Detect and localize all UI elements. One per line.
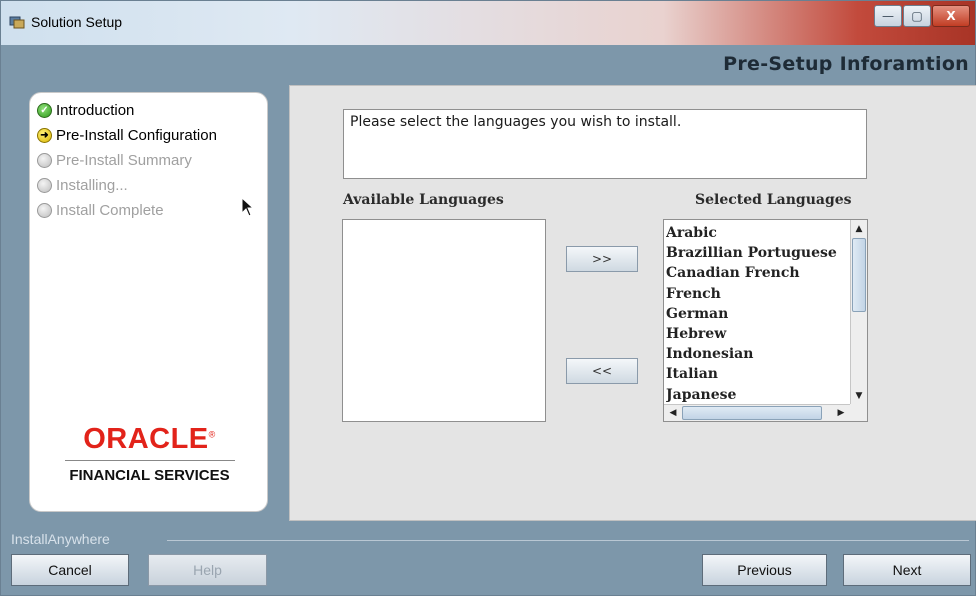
- horizontal-scrollbar[interactable]: ◀ ▶: [664, 404, 850, 421]
- step-label: Installing...: [56, 177, 128, 194]
- close-button[interactable]: X: [932, 5, 970, 27]
- vertical-scrollbar[interactable]: ▲ ▼: [850, 220, 867, 405]
- next-button[interactable]: Next: [843, 554, 971, 586]
- close-icon: X: [946, 9, 956, 23]
- scroll-left-arrow-icon[interactable]: ◀: [666, 406, 680, 420]
- list-item[interactable]: Hebrew: [666, 324, 846, 344]
- step-installing: Installing...: [37, 173, 217, 198]
- previous-button[interactable]: Previous: [702, 554, 827, 586]
- step-label: Install Complete: [56, 202, 164, 219]
- minimize-button[interactable]: —: [874, 5, 902, 27]
- pending-circle-icon: [37, 178, 52, 193]
- list-item[interactable]: Arabic: [666, 223, 846, 243]
- list-item[interactable]: Indonesian: [666, 344, 846, 364]
- page-title: Pre-Setup Inforamtion: [723, 53, 969, 75]
- maximize-button[interactable]: ▢: [903, 5, 931, 27]
- vertical-scroll-thumb[interactable]: [852, 238, 866, 312]
- arrow-right-icon: ➜: [37, 128, 52, 143]
- list-item[interactable]: Canadian French: [666, 263, 846, 283]
- scrollbar-corner: [850, 404, 867, 421]
- footer-divider: [167, 540, 969, 541]
- mouse-pointer-icon: [241, 197, 255, 217]
- logo-divider: [64, 460, 235, 461]
- installanywhere-label: InstallAnywhere: [11, 531, 110, 547]
- oracle-logo: ORACLE® FINANCIAL SERVICES: [30, 423, 269, 484]
- list-item[interactable]: French: [666, 284, 846, 304]
- oracle-wordmark: ORACLE®: [83, 423, 216, 455]
- step-list: ✓ Introduction ➜ Pre-Install Configurati…: [37, 98, 217, 223]
- minimize-icon: —: [882, 9, 894, 23]
- list-item[interactable]: Japanese: [666, 385, 846, 405]
- add-language-button[interactable]: >>: [566, 246, 638, 272]
- scroll-up-arrow-icon[interactable]: ▲: [852, 222, 866, 236]
- help-button[interactable]: Help: [148, 554, 267, 586]
- step-install-complete: Install Complete: [37, 198, 217, 223]
- list-item[interactable]: German: [666, 304, 846, 324]
- pending-circle-icon: [37, 153, 52, 168]
- list-item[interactable]: Italian: [666, 364, 846, 384]
- window-title: Solution Setup: [31, 14, 123, 30]
- remove-language-button[interactable]: <<: [566, 358, 638, 384]
- available-languages-list[interactable]: [342, 219, 546, 422]
- main-content: Please select the languages you wish to …: [289, 85, 976, 521]
- step-pre-install-configuration: ➜ Pre-Install Configuration: [37, 123, 217, 148]
- instruction-text-area: Please select the languages you wish to …: [343, 109, 867, 179]
- step-label: Pre-Install Configuration: [56, 127, 217, 144]
- step-label: Introduction: [56, 102, 135, 119]
- pending-circle-icon: [37, 203, 52, 218]
- scroll-right-arrow-icon[interactable]: ▶: [834, 406, 848, 420]
- horizontal-scroll-thumb[interactable]: [682, 406, 822, 420]
- checkmark-icon: ✓: [37, 103, 52, 118]
- maximize-icon: ▢: [911, 9, 923, 23]
- available-languages-label: Available Languages: [343, 192, 504, 208]
- installer-icon: [9, 16, 25, 29]
- step-introduction: ✓ Introduction: [37, 98, 217, 123]
- selected-languages-label: Selected Languages: [695, 192, 852, 208]
- scroll-down-arrow-icon[interactable]: ▼: [852, 389, 866, 403]
- logo-subtitle: FINANCIAL SERVICES: [69, 467, 230, 484]
- list-item[interactable]: Brazillian Portuguese: [666, 243, 846, 263]
- step-header: Pre-Setup Inforamtion: [9, 45, 969, 83]
- title-bar: Solution Setup — ▢ X: [1, 1, 975, 45]
- selected-language-items: Arabic Brazillian Portuguese Canadian Fr…: [666, 223, 846, 405]
- selected-languages-list[interactable]: Arabic Brazillian Portuguese Canadian Fr…: [663, 219, 868, 422]
- steps-panel: ✓ Introduction ➜ Pre-Install Configurati…: [29, 92, 268, 512]
- cancel-button[interactable]: Cancel: [11, 554, 129, 586]
- installer-window: Solution Setup — ▢ X Pre-Setup Inforamti…: [0, 0, 976, 596]
- step-label: Pre-Install Summary: [56, 152, 192, 169]
- step-pre-install-summary: Pre-Install Summary: [37, 148, 217, 173]
